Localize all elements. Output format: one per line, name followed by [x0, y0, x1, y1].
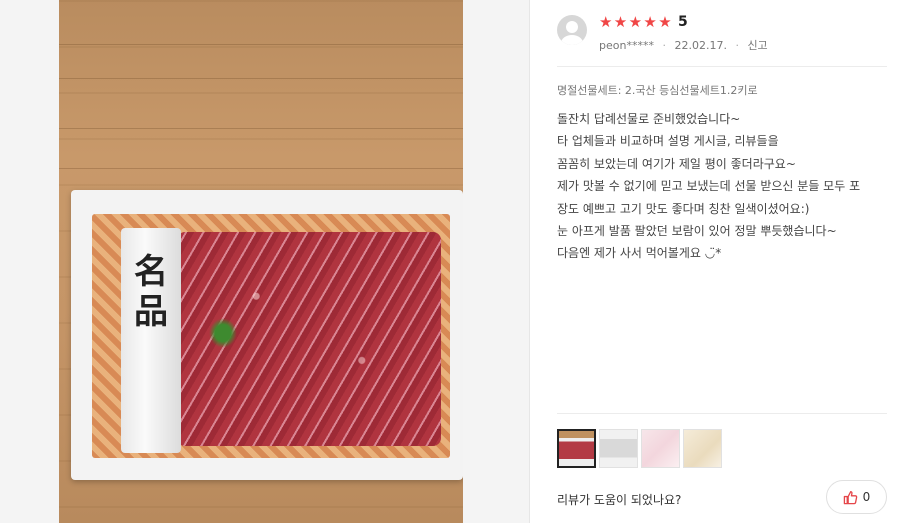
review-text: 돌잔치 답례선물로 준비했었습니다~ 타 업체들과 비교하며 설명 게시글, 리…: [557, 108, 892, 265]
garnish: [209, 318, 237, 348]
floor-plank-line: [59, 78, 463, 79]
review-panel: ★ ★ ★ ★ ★ 5 peon***** · 22.02.17. · 신고 명…: [530, 0, 907, 523]
star-rating: ★ ★ ★ ★ ★: [599, 14, 673, 30]
review-meta: peon***** · 22.02.17. · 신고: [599, 37, 768, 53]
star-icon: ★: [658, 13, 672, 31]
thumbs-up-icon: [843, 490, 857, 504]
floor-plank-line: [59, 168, 463, 169]
review-line: 다음엔 제가 사서 먹어볼게요 ◡̈*: [557, 246, 722, 261]
helpful-count: 0: [862, 490, 871, 504]
helpful-question: 리뷰가 도움이 되었나요?: [557, 493, 682, 507]
thumbnail-2[interactable]: [599, 429, 638, 468]
divider: [557, 413, 887, 414]
review-line: 꼼꼼히 보았는데 여기가 제일 평이 좋더라구요~: [557, 156, 796, 171]
thumbnail-3[interactable]: [641, 429, 680, 468]
floor-plank-line: [59, 128, 463, 129]
review-line: 장도 예쁘고 고기 맛도 좋다며 칭찬 일색이셨어요:): [557, 201, 810, 216]
purchased-option: 명절선물세트: 2.국산 등심선물세트1.2키로: [557, 84, 758, 97]
star-icon: ★: [599, 13, 613, 31]
photo-viewer: 名 品: [0, 0, 530, 523]
star-icon: ★: [613, 13, 628, 31]
review-line: 돌잔치 답례선물로 준비했었습니다~: [557, 112, 741, 126]
star-icon: ★: [628, 13, 643, 31]
user-avatar-icon: [557, 15, 587, 45]
thumbnail-4[interactable]: [683, 429, 722, 468]
rating-score: 5: [678, 14, 688, 30]
review-line: 타 업체들과 비교하며 설명 게시글, 리뷰들을: [557, 134, 779, 149]
label-char-2: 品: [134, 292, 168, 332]
meta-separator: ·: [662, 39, 666, 52]
review-date: 22.02.17.: [674, 39, 727, 52]
divider: [557, 66, 887, 67]
thumbnail-list: [557, 429, 722, 468]
thumbnail-1[interactable]: [557, 429, 596, 468]
review-line: 눈 아프게 발품 팔았던 보람이 있어 정말 뿌듯했습니다~: [557, 223, 837, 238]
review-line: 제가 맛볼 수 없기에 믿고 보냈는데 선물 받으신 분들 모두 포: [557, 179, 861, 194]
star-icon: ★: [643, 13, 657, 31]
review-photo[interactable]: 名 品: [59, 0, 463, 523]
floor-plank-line: [59, 44, 463, 45]
report-link[interactable]: 신고: [747, 37, 767, 53]
helpful-button[interactable]: 0: [826, 480, 887, 514]
reviewer-name: peon*****: [599, 39, 654, 52]
meta-separator: ·: [735, 39, 739, 52]
